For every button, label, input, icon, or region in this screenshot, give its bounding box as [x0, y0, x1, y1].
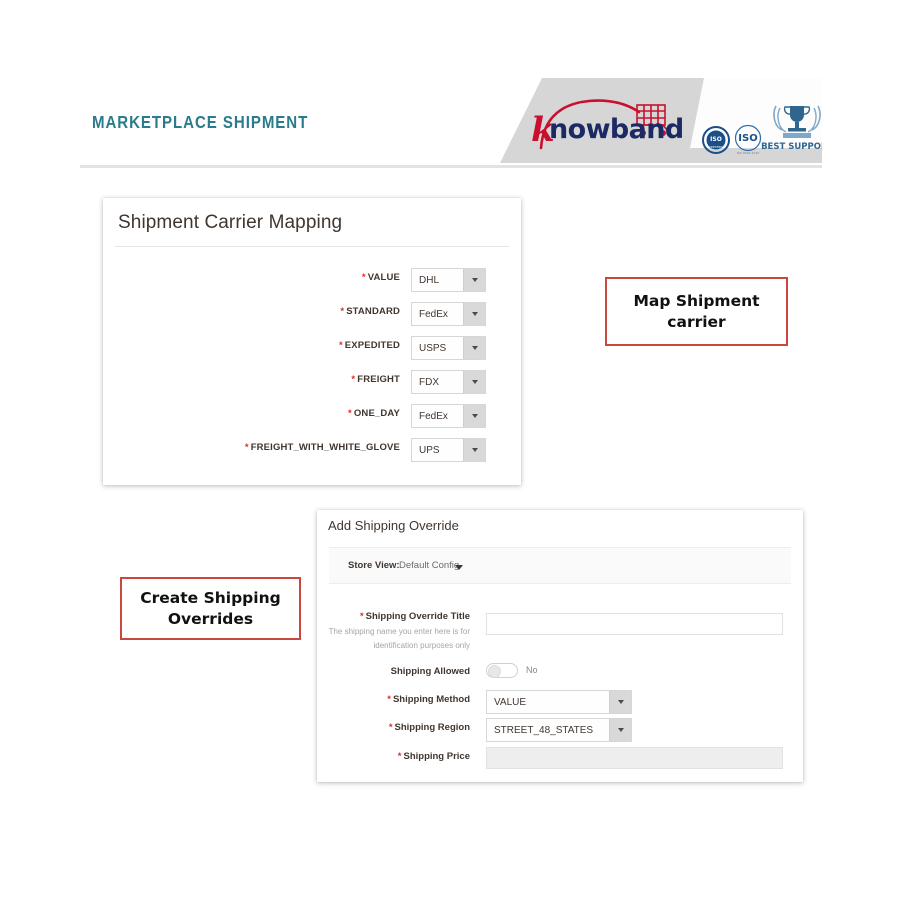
- svg-text:CERTIFIED: CERTIFIED: [709, 145, 722, 149]
- chevron-down-icon[interactable]: [609, 719, 631, 741]
- shipping-method-select[interactable]: VALUE: [486, 690, 632, 714]
- chevron-down-icon[interactable]: [609, 691, 631, 713]
- shipping-allowed-state: No: [526, 665, 538, 675]
- required-asterisk: *: [388, 722, 393, 733]
- note-line-2: identification purposes only: [373, 641, 470, 650]
- shipping-override-title-input[interactable]: [486, 613, 783, 635]
- svg-text:ISO: ISO: [710, 136, 722, 143]
- shipping-region-label: * Shipping Region: [388, 722, 470, 733]
- carrier-select-expedited-text: USPS: [412, 337, 463, 359]
- chevron-down-icon[interactable]: [455, 565, 463, 570]
- required-asterisk: *: [397, 751, 402, 762]
- carrier-select-expedited[interactable]: USPS: [411, 336, 486, 360]
- carrier-select-standard[interactable]: FedEx: [411, 302, 486, 326]
- chevron-down-icon[interactable]: [463, 439, 485, 461]
- carrier-row-freight: * FREIGHT: [115, 370, 400, 394]
- store-view-bar: Store View: Default Config: [329, 547, 791, 584]
- carrier-select-freight[interactable]: FDX: [411, 370, 486, 394]
- page-header: MARKETPLACE SHIPMENT k nowband ISO CERTI…: [0, 0, 900, 170]
- shipping-price-input[interactable]: [486, 747, 783, 769]
- required-asterisk: *: [361, 272, 366, 283]
- callout-map-shipment-carrier: Map Shipment carrier: [605, 277, 788, 346]
- toggle-knob: [488, 665, 501, 678]
- chevron-down-icon[interactable]: [463, 371, 485, 393]
- certification-badges: ISO CERTIFIED ISO ISO 9001:2015 BEST SUP…: [700, 96, 833, 158]
- shipping-allowed-toggle[interactable]: [486, 663, 518, 678]
- carrier-label-standard: * STANDARD: [340, 306, 400, 317]
- carrier-select-freight-text: FDX: [412, 371, 463, 393]
- carrier-select-one-day[interactable]: FedEx: [411, 404, 486, 428]
- required-asterisk: *: [340, 306, 345, 317]
- store-view-label: Store View:: [348, 560, 400, 571]
- carrier-row-value: * VALUE: [115, 268, 400, 292]
- carrier-label-one-day: * ONE_DAY: [348, 408, 400, 419]
- required-asterisk: *: [359, 611, 364, 622]
- carrier-select-standard-text: FedEx: [412, 303, 463, 325]
- shipping-region-select[interactable]: STREET_48_STATES: [486, 718, 632, 742]
- svg-text:ISO 9001:2015: ISO 9001:2015: [737, 151, 759, 155]
- iso-certified-badge: ISO CERTIFIED: [702, 126, 730, 154]
- required-asterisk: *: [351, 374, 356, 385]
- chevron-down-icon[interactable]: [463, 269, 485, 291]
- shipping-price-label: * Shipping Price: [397, 751, 470, 762]
- override-card-title: Add Shipping Override: [328, 518, 459, 533]
- carrier-select-freight-white-glove-text: UPS: [412, 439, 463, 461]
- shipment-carrier-mapping-card: Shipment Carrier Mapping * VALUE DHL * STA…: [103, 198, 521, 485]
- header-divider: [80, 165, 822, 168]
- carrier-card-title: Shipment Carrier Mapping: [118, 212, 343, 233]
- carrier-card-divider: [115, 246, 509, 247]
- required-asterisk: *: [348, 408, 352, 419]
- shipping-override-title-label: * Shipping Override Title: [359, 611, 470, 622]
- carrier-select-value-text: DHL: [412, 269, 463, 291]
- shipping-method-label: * Shipping Method: [387, 694, 470, 705]
- carrier-label-freight-white-glove: * FREIGHT_WITH_WHITE_GLOVE: [244, 442, 400, 453]
- add-shipping-override-card: Add Shipping Override Store View: Defaul…: [317, 510, 803, 782]
- chevron-down-icon[interactable]: [463, 303, 485, 325]
- page-title: MARKETPLACE SHIPMENT: [92, 112, 309, 132]
- shipping-override-title-note: The shipping name you enter here is for …: [290, 625, 470, 653]
- carrier-select-value[interactable]: DHL: [411, 268, 486, 292]
- chevron-down-icon[interactable]: [463, 337, 485, 359]
- shipping-allowed-label: Shipping Allowed: [390, 666, 470, 677]
- carrier-select-one-day-text: FedEx: [412, 405, 463, 427]
- carrier-label-freight: * FREIGHT: [351, 374, 400, 385]
- carrier-label-value: * VALUE: [361, 272, 400, 283]
- note-line-1: The shipping name you enter here is for: [328, 627, 470, 636]
- carrier-label-expedited: * EXPEDITED: [338, 340, 400, 351]
- carrier-row-freight-white-glove: * FREIGHT_WITH_WHITE_GLOVE: [115, 438, 400, 462]
- store-view-value[interactable]: Default Config: [399, 560, 459, 571]
- required-asterisk: *: [338, 340, 343, 351]
- iso-9001-badge: ISO ISO 9001:2015: [734, 124, 762, 155]
- chevron-down-icon[interactable]: [463, 405, 485, 427]
- required-asterisk: *: [387, 694, 391, 705]
- svg-text:ISO: ISO: [738, 133, 757, 144]
- carrier-row-expedited: * EXPEDITED: [115, 336, 400, 360]
- callout-create-shipping-overrides: Create Shipping Overrides: [120, 577, 301, 640]
- shipping-region-value: STREET_48_STATES: [487, 719, 609, 741]
- best-support-badge: BEST SUPPORT: [761, 105, 833, 152]
- brand-name: nowband: [549, 114, 684, 145]
- shipping-method-value: VALUE: [487, 691, 609, 713]
- carrier-row-one-day: * ONE_DAY: [115, 404, 400, 428]
- carrier-select-freight-white-glove[interactable]: UPS: [411, 438, 486, 462]
- svg-text:BEST SUPPORT: BEST SUPPORT: [761, 142, 822, 152]
- required-asterisk: *: [244, 442, 249, 453]
- knowband-logo: k nowband: [527, 92, 692, 154]
- carrier-row-standard: * STANDARD: [115, 302, 400, 326]
